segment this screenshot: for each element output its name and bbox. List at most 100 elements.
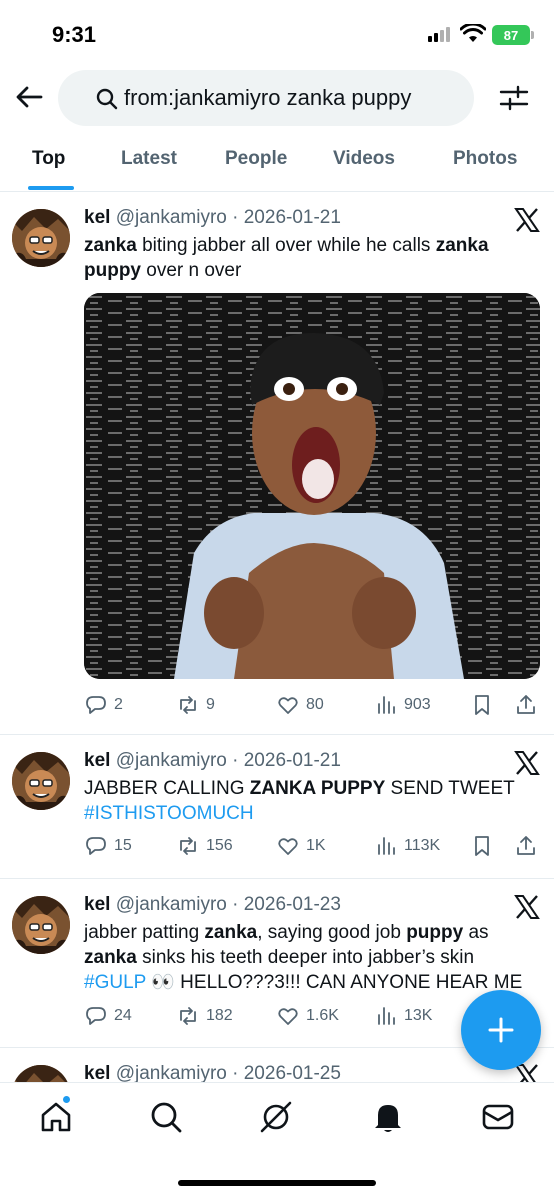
- reposts-count: 9: [206, 696, 215, 713]
- share-button[interactable]: [514, 834, 538, 858]
- tab-people[interactable]: People: [225, 148, 287, 170]
- views-count: 13K: [404, 1007, 433, 1024]
- x-logo-icon: [514, 895, 540, 919]
- tweet-text-run: sinks his teeth deeper into jabber’s ski…: [136, 947, 475, 968]
- reply-button[interactable]: 24: [84, 1004, 132, 1028]
- tweet-text-run: SEND TWEET: [385, 778, 515, 799]
- author-name[interactable]: kel: [84, 207, 110, 228]
- bookmark-button[interactable]: [470, 834, 494, 858]
- author-name[interactable]: kel: [84, 1063, 110, 1084]
- highlighted-term: zanka: [204, 922, 258, 943]
- x-logo-icon: [514, 751, 540, 775]
- wifi-icon: [460, 24, 486, 42]
- tweet-text-run: jabber patting: [84, 922, 205, 943]
- tweet[interactable]: kel @jankamiyro · 2026-01-21 zanka bitin…: [0, 193, 554, 735]
- share-icon: [517, 695, 535, 714]
- notifications-icon[interactable]: [370, 1099, 406, 1135]
- views-count: 113K: [404, 837, 441, 854]
- author-name[interactable]: kel: [84, 750, 110, 771]
- home-indicator: [178, 1180, 376, 1186]
- replies-count: 15: [114, 837, 132, 854]
- tweet-header: kel @jankamiyro · 2026-01-21: [84, 207, 341, 229]
- views-icon: [378, 1007, 395, 1025]
- avatar[interactable]: [12, 209, 70, 267]
- battery-indicator: 87: [492, 25, 534, 45]
- repost-icon: [180, 837, 196, 855]
- bookmark-button[interactable]: [470, 693, 494, 717]
- tweet-text: zanka biting jabber all over while he ca…: [84, 233, 534, 283]
- author-handle-date: @jankamiyro · 2026-01-23: [115, 894, 341, 915]
- compose-icon: [488, 1017, 514, 1043]
- explore-icon[interactable]: [148, 1099, 184, 1135]
- reply-icon: [86, 837, 106, 855]
- views-button[interactable]: 903: [374, 693, 431, 717]
- like-button[interactable]: 1.6K: [276, 1004, 339, 1028]
- author-handle-date: @jankamiyro · 2026-01-21: [115, 750, 341, 771]
- back-button[interactable]: [14, 82, 44, 112]
- avatar-image: [12, 752, 70, 810]
- repost-button[interactable]: 182: [176, 1004, 233, 1028]
- likes-count: 1.6K: [306, 1007, 339, 1024]
- reply-button[interactable]: 2: [84, 693, 123, 717]
- home-notification-dot: [62, 1095, 71, 1104]
- back-arrow-icon: [16, 86, 43, 108]
- tab-top[interactable]: Top: [32, 148, 65, 170]
- compose-button[interactable]: [461, 990, 541, 1070]
- replies-count: 24: [114, 1007, 132, 1024]
- tweet-actions: 15 156 1K 113K: [84, 834, 540, 862]
- tweet-header: kel @jankamiyro · 2026-01-21: [84, 750, 341, 772]
- signal-icon: [428, 27, 450, 42]
- avatar[interactable]: [12, 752, 70, 810]
- grok-icon[interactable]: [258, 1099, 294, 1135]
- tweet-actions: 2 9 80 903: [84, 693, 540, 721]
- tweet-media[interactable]: [84, 293, 540, 679]
- status-bar: 9:31 87: [0, 0, 554, 66]
- share-icon: [517, 836, 535, 855]
- tweet-text-run: over n over: [141, 260, 242, 281]
- tweet-text: JABBER CALLING ZANKA PUPPY SEND TWEET #I…: [84, 776, 534, 826]
- search-input[interactable]: from:jankamiyro zanka puppy: [58, 70, 474, 126]
- search-icon: [96, 88, 118, 110]
- tweet[interactable]: kel @jankamiyro · 2026-01-21 JABBER CALL…: [0, 736, 554, 879]
- replies-count: 2: [114, 696, 123, 713]
- like-icon: [278, 697, 298, 714]
- active-tab-indicator: [28, 186, 74, 190]
- views-count: 903: [404, 696, 431, 713]
- views-button[interactable]: 113K: [374, 834, 440, 858]
- tweet-text-run: 👀 HELLO???3!!! CAN ANYONE HEAR ME: [145, 972, 523, 993]
- x-logo-icon: [514, 208, 540, 232]
- like-button[interactable]: 80: [276, 693, 324, 717]
- hashtag-link[interactable]: #GULP: [84, 972, 146, 993]
- like-icon: [278, 1008, 298, 1025]
- tweet-text-run: as: [463, 922, 489, 943]
- tweet-text: jabber patting zanka, saying good job pu…: [84, 920, 534, 995]
- views-icon: [378, 696, 395, 714]
- like-icon: [278, 838, 298, 855]
- highlighted-term: zanka: [84, 947, 137, 968]
- tab-latest[interactable]: Latest: [121, 148, 177, 170]
- repost-button[interactable]: 9: [176, 693, 215, 717]
- messages-icon[interactable]: [480, 1099, 516, 1135]
- tab-videos[interactable]: Videos: [333, 148, 395, 170]
- status-time: 9:31: [52, 22, 97, 47]
- reposts-count: 182: [206, 1007, 233, 1024]
- tweet-text-run: JABBER CALLING: [84, 778, 250, 799]
- repost-icon: [180, 696, 196, 714]
- share-button[interactable]: [514, 693, 538, 717]
- reply-icon: [86, 696, 106, 714]
- avatar[interactable]: [12, 896, 70, 954]
- media-image: [84, 293, 540, 679]
- avatar-image: [12, 896, 70, 954]
- highlighted-term: zanka: [84, 235, 137, 256]
- views-button[interactable]: 13K: [374, 1004, 432, 1028]
- like-button[interactable]: 1K: [276, 834, 326, 858]
- tweet-header: kel @jankamiyro · 2026-01-23: [84, 894, 341, 916]
- reply-button[interactable]: 15: [84, 834, 132, 858]
- hashtag-link[interactable]: #ISTHISTOOMUCH: [84, 803, 254, 824]
- filter-icon[interactable]: [498, 82, 530, 114]
- author-name[interactable]: kel: [84, 894, 110, 915]
- search-query: from:jankamiyro zanka puppy: [124, 85, 412, 110]
- home-icon[interactable]: [38, 1099, 74, 1135]
- tab-photos[interactable]: Photos: [453, 148, 517, 170]
- repost-button[interactable]: 156: [176, 834, 233, 858]
